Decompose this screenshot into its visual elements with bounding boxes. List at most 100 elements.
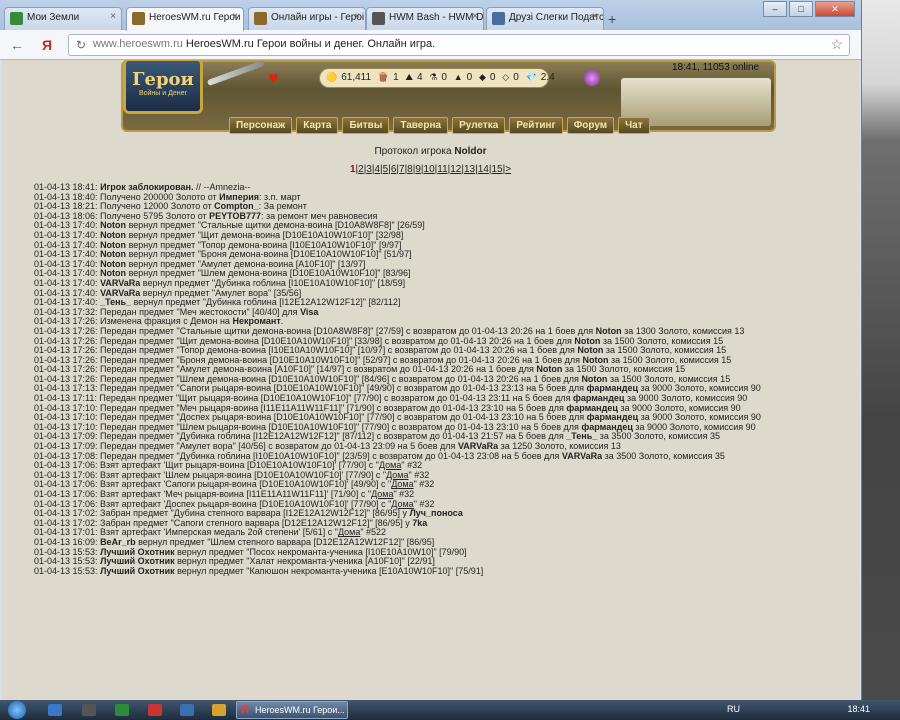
- page-link[interactable]: 13: [464, 164, 475, 175]
- page-link[interactable]: 8: [407, 164, 413, 175]
- start-button[interactable]: [8, 701, 26, 719]
- log-player-name[interactable]: Noton: [100, 250, 126, 259]
- menu-item-0[interactable]: Персонаж: [229, 117, 293, 134]
- log-player-name[interactable]: фармандец: [587, 413, 639, 422]
- log-player-name[interactable]: Noton: [100, 231, 126, 240]
- game-logo[interactable]: Герои Войны и Денег: [123, 60, 203, 114]
- log-home-link[interactable]: Дома: [391, 480, 413, 489]
- bookmark-star-icon[interactable]: ☆: [830, 36, 843, 53]
- page-link[interactable]: 11: [437, 164, 447, 175]
- clock[interactable]: 18:41: [847, 704, 870, 714]
- tab-close-icon[interactable]: ×: [354, 11, 360, 22]
- menu-item-5[interactable]: Рейтинг: [509, 117, 563, 134]
- media-icon[interactable]: [115, 704, 129, 716]
- new-tab-button[interactable]: +: [608, 11, 616, 27]
- page-link[interactable]: 9: [415, 164, 421, 175]
- log-player-name[interactable]: VARVaRa: [100, 289, 140, 298]
- console-icon[interactable]: [82, 704, 96, 716]
- browser-tab-3[interactable]: HWM Bash - HWM Da...×: [366, 7, 484, 30]
- maximize-button[interactable]: □: [789, 1, 813, 17]
- menu-item-2[interactable]: Битвы: [342, 117, 390, 134]
- log-player-name[interactable]: BeAr_rb: [100, 538, 136, 547]
- tab-close-icon[interactable]: ×: [592, 11, 598, 22]
- log-player-name[interactable]: 7ka: [412, 519, 427, 528]
- close-button[interactable]: ✕: [815, 1, 855, 17]
- log-player-name[interactable]: VARVaRa: [100, 279, 140, 288]
- page-link[interactable]: 10: [424, 164, 435, 175]
- network-icon[interactable]: [180, 704, 194, 716]
- menu-item-1[interactable]: Карта: [296, 117, 339, 134]
- browser-tab-4[interactable]: Друзі Слегки Податс... ×: [486, 7, 604, 30]
- tab-close-icon[interactable]: ×: [472, 11, 478, 22]
- log-player-name[interactable]: Noton: [577, 346, 603, 355]
- log-text: 01-04-13 17:40:: [34, 221, 101, 231]
- page-link[interactable]: 2: [358, 164, 364, 175]
- log-player-name[interactable]: Noton: [100, 260, 126, 269]
- log-player-name[interactable]: Visa: [300, 308, 318, 317]
- chrome-icon[interactable]: [212, 704, 226, 716]
- page-link[interactable]: 14: [478, 164, 489, 175]
- log-player-name[interactable]: фармандец: [587, 384, 639, 393]
- log-home-link[interactable]: Дома: [371, 490, 393, 499]
- log-player-name[interactable]: Noton: [581, 375, 607, 384]
- log-entry: 01-04-13 17:10: Передан предмет "Шлем ры…: [34, 423, 854, 433]
- page-link[interactable]: 12: [450, 164, 461, 175]
- log-player-name[interactable]: Игрок заблокирован.: [100, 183, 193, 192]
- log-player-name[interactable]: Noton: [536, 365, 562, 374]
- page-link[interactable]: 7: [399, 164, 405, 175]
- log-home-link[interactable]: Дома: [338, 528, 360, 537]
- page-link[interactable]: 15: [491, 164, 502, 175]
- minimize-button[interactable]: –: [763, 1, 787, 17]
- log-player-name[interactable]: Луч_поноса: [409, 509, 462, 518]
- log-player-name[interactable]: Некромант: [232, 317, 280, 326]
- menu-item-4[interactable]: Рулетка: [452, 117, 506, 134]
- tab-close-icon[interactable]: ×: [110, 11, 116, 22]
- address-bar[interactable]: ↻ www.heroeswm.ru HeroesWM.ru Герои войн…: [68, 34, 850, 56]
- log-player-name[interactable]: Лучший Охотник: [100, 567, 175, 576]
- log-player-name[interactable]: Лучший Охотник: [100, 548, 175, 557]
- taskbar-browser-task[interactable]: Я HeroesWM.ru Герои...: [236, 701, 348, 719]
- browser-tab-2[interactable]: Онлайн игры - Героi... ×: [248, 7, 366, 30]
- log-player-name[interactable]: Noton: [574, 337, 600, 346]
- opera-icon[interactable]: [148, 704, 162, 716]
- log-player-name[interactable]: PEYTOB777: [209, 212, 261, 221]
- log-home-link[interactable]: Дома: [391, 500, 413, 509]
- page-link[interactable]: 6: [391, 164, 397, 175]
- log-entry: 01-04-13 17:40: Noton вернул предмет "Шл…: [34, 269, 854, 279]
- page-link[interactable]: 4: [374, 164, 380, 175]
- log-player-name[interactable]: _Тень_: [566, 432, 597, 441]
- log-player-name[interactable]: Noton: [596, 327, 622, 336]
- log-player-name[interactable]: Noton: [100, 221, 126, 230]
- yandex-button[interactable]: Я: [42, 37, 52, 53]
- menu-item-3[interactable]: Таверна: [393, 117, 449, 134]
- log-player-name[interactable]: Noton: [100, 241, 126, 250]
- page-link[interactable]: 5: [383, 164, 389, 175]
- page-link[interactable]: 3: [366, 164, 372, 175]
- log-player-name[interactable]: фармандец: [566, 404, 618, 413]
- reload-icon[interactable]: ↻: [76, 38, 86, 52]
- log-player-name[interactable]: _Тень_: [100, 298, 131, 307]
- menu-item-7[interactable]: Чат: [618, 117, 650, 134]
- tab-close-icon[interactable]: ×: [232, 11, 238, 22]
- browser-tab-0[interactable]: Мои Земли ×: [4, 7, 122, 30]
- log-player-name[interactable]: Лучший Охотник: [100, 557, 175, 566]
- log-home-link[interactable]: Дома: [379, 461, 401, 470]
- menu-item-6[interactable]: Форум: [566, 117, 615, 134]
- log-player-name[interactable]: фармандец: [581, 423, 633, 432]
- log-home-link[interactable]: Дома: [386, 471, 408, 480]
- log-player-name[interactable]: фармандец: [573, 394, 625, 403]
- browser-tab-1[interactable]: HeroesWM.ru Герои в...×: [126, 7, 244, 31]
- language-indicator[interactable]: RU: [727, 704, 740, 714]
- log-player-name[interactable]: VARVaRa: [562, 452, 602, 461]
- protocol-player-name[interactable]: Noldor: [454, 146, 486, 157]
- log-player-name[interactable]: Compton_: [214, 202, 259, 211]
- ie-icon[interactable]: [48, 704, 62, 716]
- page-next-link[interactable]: >: [505, 164, 511, 175]
- log-text: за 1500 Золото, комиссия 15: [608, 355, 732, 365]
- log-player-name[interactable]: Noton: [100, 269, 126, 278]
- back-button[interactable]: ←: [10, 37, 24, 53]
- log-player-name[interactable]: VARVaRa: [458, 442, 498, 451]
- log-player-name[interactable]: Noton: [583, 356, 609, 365]
- log-text: " #32: [408, 470, 430, 480]
- log-player-name[interactable]: Империя: [219, 193, 259, 202]
